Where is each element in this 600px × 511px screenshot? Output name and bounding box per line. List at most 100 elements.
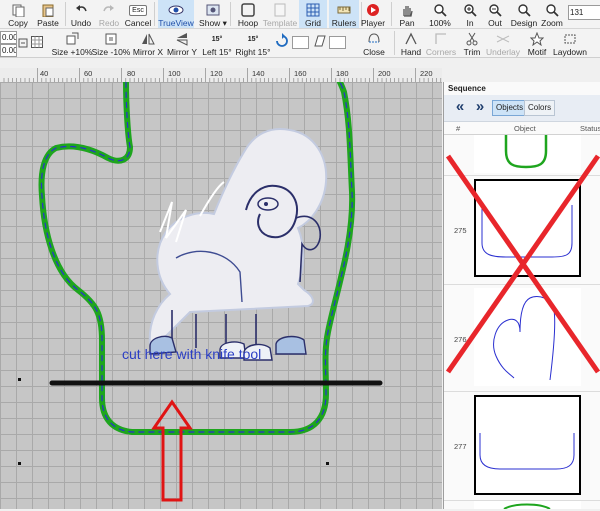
trueview-button[interactable]: TrueView [158,0,194,28]
rotate-left-label: Left 15° [202,47,232,57]
ruler-label: 180 [336,69,349,78]
mirror-x-icon [140,32,156,46]
tab-colors[interactable]: Colors [524,100,556,116]
design-zoom-button[interactable]: Design [510,0,538,28]
lock-ratio-icon[interactable] [18,38,28,48]
laydown-icon [562,32,578,46]
pan-button[interactable]: Pan [396,0,418,28]
redo-button[interactable]: Redo [96,0,122,28]
grid-button[interactable]: Grid [299,0,327,28]
copy-icon [10,3,26,17]
design-label: Design [510,18,538,28]
hoop-button[interactable]: Hoop [234,0,262,28]
ruler-label: 140 [252,69,265,78]
zoom-value-field[interactable]: 131 [568,5,600,20]
hand-stitch-icon [403,32,419,46]
trueview-label: TrueView [158,18,194,28]
object-thumbnail [474,395,581,495]
ruler-label: 100 [168,69,181,78]
mirror-x-label: Mirror X [132,47,164,57]
laydown-button[interactable]: Laydown [553,29,587,57]
copy-button[interactable]: Copy [4,0,32,28]
paste-label: Paste [37,18,59,28]
eye-icon [168,3,184,17]
redo-label: Redo [98,18,120,28]
ruler-label: 120 [210,69,223,78]
laydown-label: Laydown [552,47,588,57]
zoom-button[interactable]: Zoom [540,0,564,28]
zoom-100-label: 100% [429,18,451,28]
underlay-button[interactable]: Underlay [485,29,521,57]
motif-label: Motif [527,47,547,57]
cut-annotation: cut here with knife tool [122,346,262,362]
width-field[interactable]: 0.00 [0,31,17,44]
mirror-x-button[interactable]: Mirror X [132,29,164,57]
mirror-y-button[interactable]: Mirror Y [166,29,198,57]
zoom-out-label: Out [488,18,502,28]
corners-button[interactable]: Corners [426,29,456,57]
play-icon [365,3,381,17]
undo-arrow-icon [73,3,89,17]
mirror-y-icon [174,32,190,46]
template-icon [272,3,288,17]
design-canvas[interactable]: cut here with knife tool [0,82,442,509]
rulers-button[interactable]: Rulers [329,0,359,28]
underlay-label: Underlay [485,47,521,57]
ruler-label: 60 [84,69,93,78]
double-chevron-left-icon[interactable]: « [452,97,468,117]
sequence-column-header: # Object Status [444,122,600,135]
rotate-right-15-button[interactable]: 15° Right 15° [235,29,271,58]
tab-objects[interactable]: Objects [492,100,528,116]
skew-icon[interactable] [311,33,327,49]
undo-button[interactable]: Undo [68,0,94,28]
size-plus-10-button[interactable]: Size +10% [52,29,92,57]
hand-button[interactable]: Hand [398,29,424,57]
double-chevron-right-icon[interactable]: » [472,97,488,117]
zoom-out-button[interactable]: Out [484,0,506,28]
size-minus-10-button[interactable]: Size -10% [91,29,131,57]
hoop-label: Hoop [237,18,259,28]
esc-key-icon: Esc [129,3,147,17]
elephant-applique[interactable] [148,128,328,361]
show-icon [205,3,221,17]
ruler-label: 220 [420,69,433,78]
size-grid-icon[interactable] [31,36,43,48]
rotate-left-15-button[interactable]: 15° Left 15° [200,29,234,58]
ruler-label: 160 [294,69,307,78]
rotate-angle-field[interactable] [292,36,309,49]
zoom-100-button[interactable]: 100% [427,0,453,28]
size-minus-label: Size -10% [91,47,131,57]
skew-angle-field[interactable] [329,36,346,49]
close-shape-button[interactable]: Close [360,29,388,57]
size-up-icon [64,32,80,46]
hand-icon [399,3,415,17]
paste-button[interactable]: Paste [34,0,62,28]
close-label: Close [363,47,385,57]
close-shape-icon [366,32,382,46]
ruler-icon [336,3,352,17]
sequence-row[interactable] [444,501,600,510]
player-button[interactable]: Player [361,0,385,28]
zoom-in-button[interactable]: In [459,0,481,28]
show-button[interactable]: Show ▾ [198,0,228,28]
template-button[interactable]: Template [263,0,297,28]
sequence-row[interactable]: 277 [444,392,600,501]
cancel-button[interactable]: Esc Cancel [124,0,152,28]
undo-label: Undo [70,18,92,28]
row-number: 277 [454,442,467,451]
redo-arrow-icon [101,3,117,17]
show-label: Show ▾ [199,18,227,28]
copy-label: Copy [8,18,28,28]
hoop-icon [240,3,256,17]
zoom-label: Zoom [541,18,563,28]
trim-label: Trim [463,47,481,57]
trim-button[interactable]: Trim [459,29,485,57]
grid-label: Grid [304,18,322,28]
horizontal-ruler[interactable]: 40 60 80 100 120 140 160 180 200 220 [0,68,442,83]
height-field[interactable]: 0.00 [0,44,17,57]
registration-mark [18,462,21,465]
rotate-right-label: Right 15° [235,47,271,57]
panel-title: Sequence [448,84,486,93]
motif-button[interactable]: Motif [524,29,550,57]
rotate-free-icon[interactable] [274,33,290,49]
